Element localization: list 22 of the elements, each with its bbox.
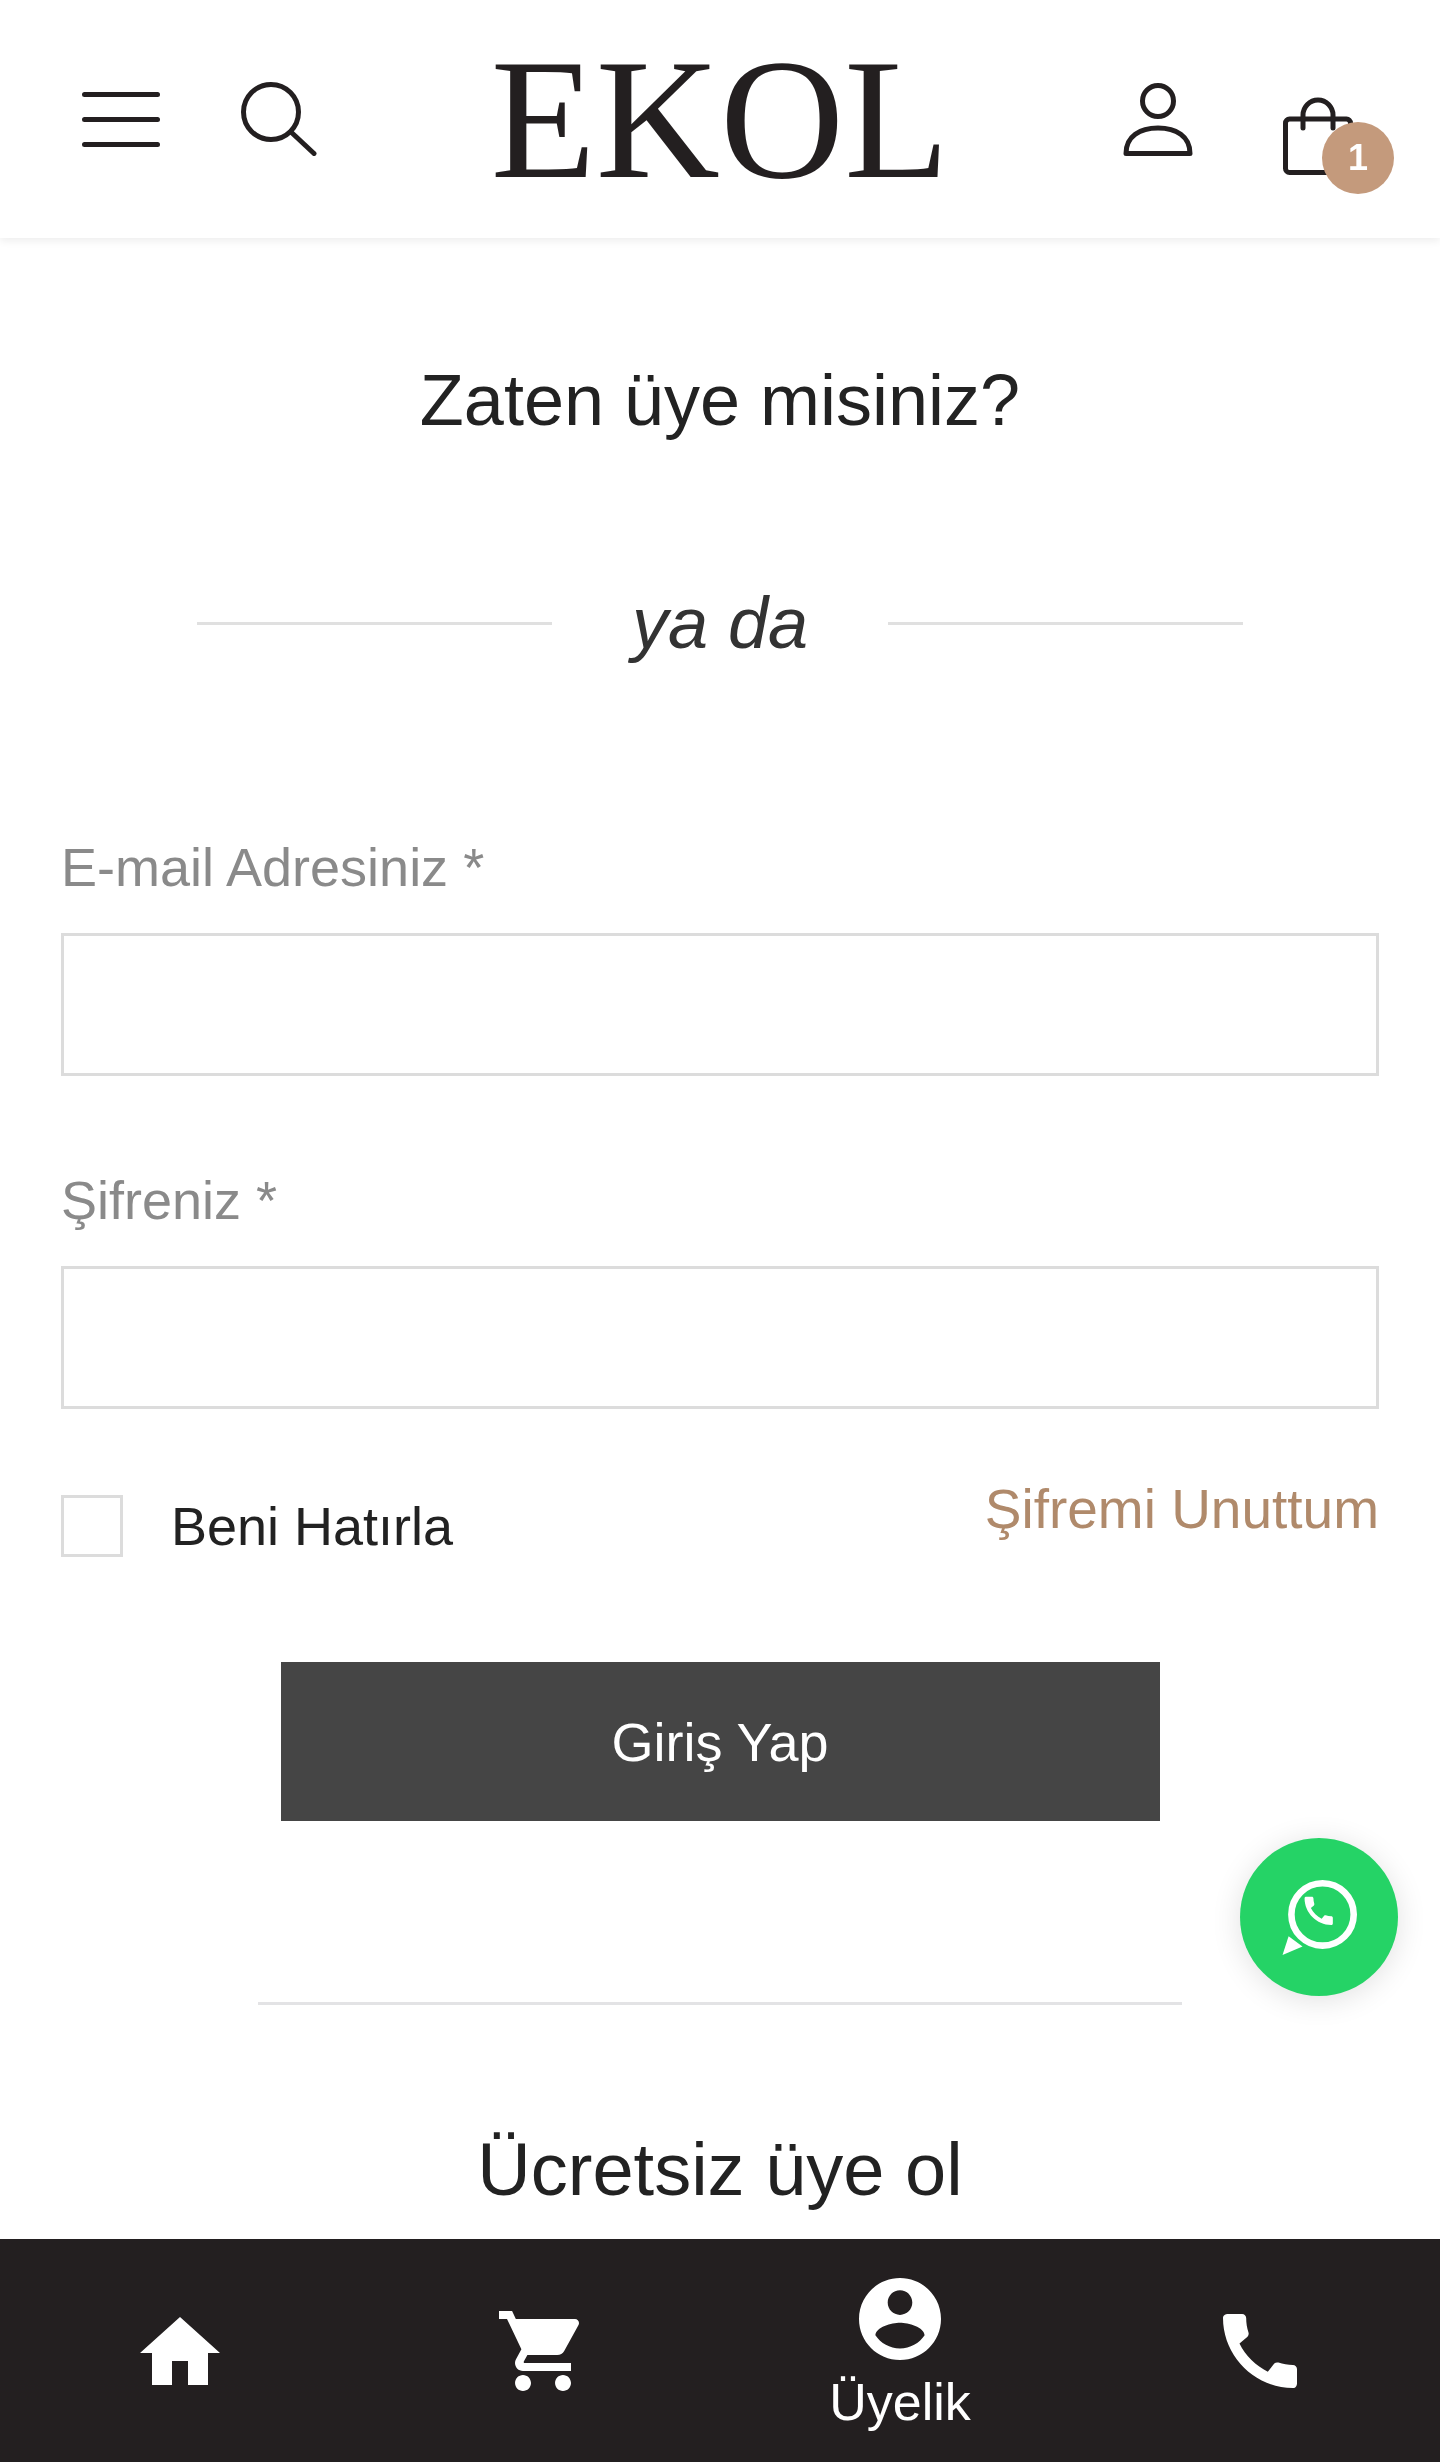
phone-bubble-icon [1281,1878,1357,1956]
search-icon [241,82,317,156]
section-title: Ücretsiz üye ol [476,2127,964,2213]
account-button[interactable] [1123,83,1193,156]
phone-icon [1223,2313,1297,2388]
user-icon [1123,83,1193,156]
checkbox-label[interactable]: Beni Hatırla [171,1495,454,1557]
search-button[interactable] [241,82,317,156]
shopping-cart-icon [499,2310,581,2391]
home-icon [140,2316,220,2385]
account-icon [859,2278,941,2360]
email-field[interactable] [61,933,1379,1076]
field-label: Şifreniz * [61,1169,278,1232]
menu-button[interactable] [82,91,160,147]
login-button[interactable]: Giriş Yap [280,1662,1160,1821]
logo[interactable]: EKOL [490,33,950,205]
checkbox[interactable] [61,1495,123,1557]
form-title: Zaten üye misiniz? [418,359,1022,442]
password-field[interactable] [61,1266,1379,1409]
menu-icon [82,91,160,147]
cart-count: 1 [1322,122,1394,194]
field-label: E-mail Adresiniz * [61,836,485,899]
